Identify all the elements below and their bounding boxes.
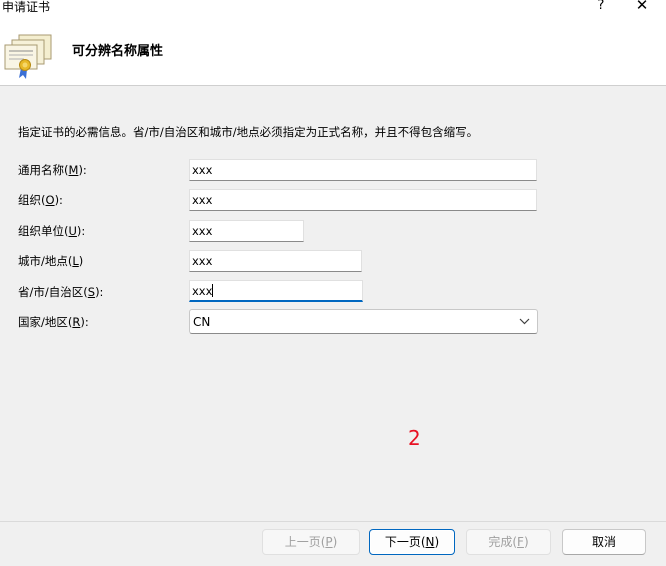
title-bar: 申请证书 ? ✕: [0, 0, 666, 14]
org-unit-input[interactable]: xxx: [189, 220, 304, 242]
next-button[interactable]: 下一页(N): [369, 529, 455, 555]
wizard-header: 可分辨名称属性: [0, 14, 666, 86]
country-label: 国家/地区(R):: [18, 315, 89, 329]
common-name-input[interactable]: xxx: [189, 159, 537, 181]
organization-input[interactable]: xxx: [189, 189, 537, 211]
page-title: 可分辨名称属性: [72, 44, 164, 59]
country-select-value: CN: [193, 315, 211, 329]
organization-label: 组织(O):: [18, 193, 63, 207]
state-label: 省/市/自治区(S):: [18, 285, 104, 299]
instructions-text: 指定证书的必需信息。省/市/自治区和城市/地点必须指定为正式名称，并且不得包含缩…: [18, 125, 479, 139]
finish-button[interactable]: 完成(F): [466, 529, 551, 555]
cancel-button[interactable]: 取消: [562, 529, 646, 555]
window-title: 申请证书: [2, 0, 51, 14]
back-button[interactable]: 上一页(P): [262, 529, 360, 555]
city-input[interactable]: xxx: [189, 250, 362, 272]
common-name-label: 通用名称(M):: [18, 163, 87, 177]
org-unit-label: 组织单位(U):: [18, 224, 86, 238]
city-label: 城市/地点(L): [18, 254, 84, 268]
country-select[interactable]: CN: [189, 309, 538, 334]
text-caret: [212, 284, 214, 297]
close-button[interactable]: ✕: [633, 0, 651, 14]
state-input[interactable]: xxx: [189, 280, 363, 302]
help-button[interactable]: ?: [594, 0, 608, 13]
certificate-icon: [4, 34, 52, 79]
chevron-down-icon: [519, 318, 530, 325]
page-number-marker: 2: [408, 426, 421, 450]
